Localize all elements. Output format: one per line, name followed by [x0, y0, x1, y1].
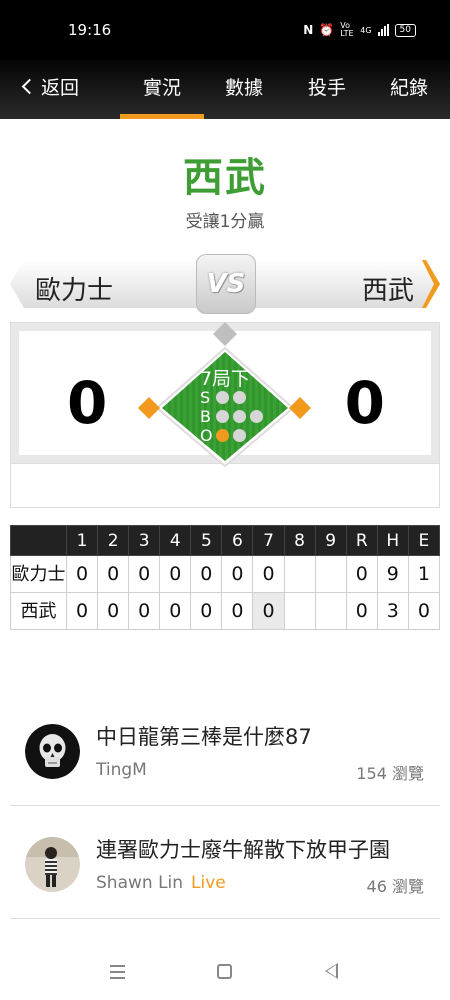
home-score: 0 — [344, 369, 385, 437]
list-item[interactable]: 連署歐力士廢牛解散下放甲子園 Shawn Lin Live 46 瀏覽 — [10, 806, 440, 919]
inning-cell: 0 — [190, 592, 223, 630]
header-inning: 4 — [159, 525, 192, 556]
away-score: 0 — [67, 369, 108, 437]
hits-cell: 9 — [376, 555, 409, 593]
header-inning: 3 — [128, 525, 161, 556]
header-runs: R — [345, 525, 378, 556]
inning-cell — [283, 592, 316, 630]
alarm-icon: ⏰ — [319, 23, 335, 37]
current-inning-cell: 0 — [252, 592, 285, 630]
author-name: TingM — [96, 760, 147, 780]
home-icon[interactable] — [217, 964, 232, 979]
inning-cell: 0 — [221, 555, 254, 593]
ball-dot — [216, 410, 229, 423]
header-inning: 8 — [283, 525, 316, 556]
tab-stats[interactable]: 數據 — [204, 73, 284, 100]
author-name: Shawn Lin — [96, 873, 184, 893]
runs-cell: 0 — [345, 592, 378, 630]
view-count: 46 瀏覽 — [366, 877, 424, 896]
inning-cell: 0 — [65, 555, 99, 593]
list-item[interactable]: 中日龍第三棒是什麼87 TingM 154 瀏覽 — [10, 693, 440, 806]
home-team-name: 西武 — [361, 276, 414, 306]
strike-dot — [233, 391, 246, 404]
inning-cell: 0 — [190, 555, 223, 593]
inning-cell: 0 — [252, 555, 285, 593]
header-inning: 6 — [221, 525, 254, 556]
status-icons: N ⏰ Vo LTE 4G 50 — [303, 22, 416, 38]
ball-dot — [233, 410, 246, 423]
post-title[interactable]: 中日龍第三棒是什麼87 — [96, 721, 312, 751]
back-label: 返回 — [41, 77, 80, 99]
header-errors: E — [407, 525, 441, 556]
tab-live[interactable]: 實況 — [120, 73, 204, 119]
inning-cell: 0 — [221, 592, 254, 630]
signal-label: 4G — [360, 25, 372, 35]
person-photo-avatar-icon[interactable] — [25, 837, 80, 892]
winner-team: 西武 — [183, 155, 267, 201]
inning-cell — [314, 592, 347, 630]
inning-cell — [314, 555, 347, 593]
out-label: O — [200, 426, 213, 445]
header-inning: 2 — [97, 525, 130, 556]
inning-cell: 0 — [97, 555, 130, 593]
top-nav: 返回 實況 數據 投手 紀錄 — [0, 60, 450, 119]
ball-dot — [250, 410, 263, 423]
header-inning: 1 — [65, 525, 99, 556]
line-score-header: 1 2 3 4 5 6 7 8 9 R H E — [10, 525, 441, 556]
handicap-result: 受讓1分贏 — [185, 212, 265, 232]
hits-cell: 3 — [376, 592, 409, 630]
tab-pitchers[interactable]: 投手 — [287, 73, 367, 100]
header-inning: 7 — [252, 525, 285, 556]
away-team-name: 歐力士 — [35, 276, 114, 306]
system-nav-bar — [0, 950, 450, 1000]
matchup-bar: 歐力士 西武 VS — [10, 254, 440, 314]
inning-cell: 0 — [159, 592, 192, 630]
vs-badge: VS — [196, 254, 256, 314]
post-title[interactable]: 連署歐力士廢牛解散下放甲子園 — [96, 834, 390, 864]
errors-cell: 0 — [407, 592, 441, 630]
live-badge: Live — [191, 873, 226, 893]
view-count: 154 瀏覽 — [356, 764, 424, 783]
menu-icon[interactable] — [110, 965, 125, 983]
tab-records[interactable]: 紀錄 — [369, 73, 449, 100]
inning-cell: 0 — [97, 592, 130, 630]
post-author: TingM — [96, 760, 155, 780]
row-team: 歐力士 — [10, 555, 67, 593]
back-button[interactable]: 返回 — [21, 73, 80, 100]
nfc-icon: N — [303, 23, 314, 37]
signal-icon — [377, 24, 389, 36]
errors-cell: 1 — [407, 555, 441, 593]
out-dot — [233, 429, 246, 442]
strike-dot — [216, 391, 229, 404]
runs-cell: 0 — [345, 555, 378, 593]
skull-avatar-icon[interactable] — [25, 724, 80, 779]
inning-cell — [283, 555, 316, 593]
inning-cell: 0 — [159, 555, 192, 593]
post-author: Shawn Lin Live — [96, 873, 226, 893]
out-dot — [216, 429, 229, 442]
inning-cell: 0 — [128, 555, 161, 593]
table-row: 歐力士 0 0 0 0 0 0 0 0 9 1 — [10, 555, 441, 593]
strike-label: S — [200, 388, 211, 407]
line-score-table: 1 2 3 4 5 6 7 8 9 R H E 歐力士 0 0 0 0 0 0 … — [10, 525, 441, 630]
header-inning: 9 — [314, 525, 347, 556]
chevron-left-icon — [21, 78, 38, 95]
header-team — [10, 525, 67, 556]
inning-cell: 0 — [65, 592, 99, 630]
volte-icon: Vo LTE — [340, 21, 354, 38]
header-inning: 5 — [190, 525, 223, 556]
inning-label: 7局下 — [199, 368, 251, 390]
ball-label: B — [200, 407, 211, 426]
count-indicator: S B O — [200, 388, 267, 445]
header-hits: H — [376, 525, 409, 556]
battery-icon: 50 — [394, 23, 416, 37]
inning-cell: 0 — [128, 592, 161, 630]
table-row: 西武 0 0 0 0 0 0 0 0 3 0 — [10, 592, 441, 630]
status-bar: 19:16 N ⏰ Vo LTE 4G 50 — [0, 0, 450, 60]
back-triangle-icon[interactable] — [325, 963, 338, 979]
row-team: 西武 — [10, 592, 67, 630]
status-time: 19:16 — [68, 21, 112, 39]
